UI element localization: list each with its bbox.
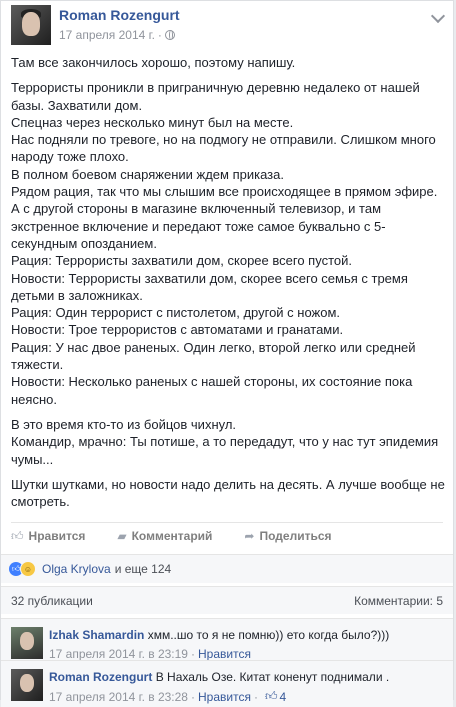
liker-name[interactable]: Olga Krylova xyxy=(42,562,111,576)
comment-button[interactable]: ▰ Комментарий xyxy=(117,529,212,543)
post-paragraph: Шутки шутками, но новости надо делить на… xyxy=(11,476,445,510)
likes-rest[interactable]: и еще 124 xyxy=(115,562,171,576)
commenter-name[interactable]: Izhak Shamardin xyxy=(49,628,144,642)
likes-summary: 👍︎ ☺ Olga Krylova и еще 124 xyxy=(1,554,453,583)
like-button[interactable]: 👍︎ Нравится xyxy=(11,529,85,544)
comment-meta: 17 апреля 2014 г. в 23:28 · Нравится · 👍… xyxy=(49,689,287,704)
post-card: Roman Rozengurt 17 апреля 2014 г. · Там … xyxy=(0,0,454,707)
comment-like-button[interactable]: Нравится xyxy=(198,647,251,661)
author-name[interactable]: Roman Rozengurt xyxy=(59,7,180,23)
post-paragraph: Там все закончилось хорошо, поэтому напи… xyxy=(11,55,296,70)
comment-body: Roman Rozengurt В Нахаль Озе. Китат коне… xyxy=(49,670,389,684)
thumbs-up-icon: 👍︎ xyxy=(11,528,24,543)
author-avatar[interactable] xyxy=(11,5,51,45)
chevron-down-icon[interactable] xyxy=(430,8,446,24)
comment-body: Izhak Shamardin хмм..шо то я не помню)) … xyxy=(49,628,389,642)
share-button[interactable]: ➦ Поделиться xyxy=(244,529,331,543)
comment-icon: ▰ xyxy=(117,529,127,543)
post-text: Там все закончилось хорошо, поэтому напи… xyxy=(11,54,445,510)
comment-label: Комментарий xyxy=(131,529,213,543)
comment-text: В Нахаль Озе. Китат коненут поднимали . xyxy=(155,670,390,684)
comment-time[interactable]: 17 апреля 2014 г. в 23:19 xyxy=(49,647,188,661)
post-paragraph: Террористы проникли в приграничную дерев… xyxy=(11,80,438,407)
commenter-avatar[interactable] xyxy=(11,669,43,701)
commenter-avatar[interactable] xyxy=(11,627,43,659)
comment-like-count[interactable]: 4 xyxy=(279,690,286,704)
comments-count[interactable]: Комментарии: 5 xyxy=(354,594,443,608)
post-actions: 👍︎ Нравится ▰ Комментарий ➦ Поделиться xyxy=(11,522,443,549)
comment-text: хмм..шо то я не помню)) ето когда было?)… xyxy=(147,628,390,642)
post-paragraph: В это время кто-то из бойцов чихнул. Ком… xyxy=(11,416,439,467)
comment-item: Izhak Shamardin хмм..шо то я не помню)) … xyxy=(1,618,453,665)
like-label: Нравится xyxy=(28,529,86,543)
share-icon: ➦ xyxy=(244,529,255,543)
post-stats: 32 публикации Комментарии: 5 xyxy=(1,586,453,614)
share-label: Поделиться xyxy=(259,529,332,543)
comment-time[interactable]: 17 апреля 2014 г. в 23:28 xyxy=(49,690,188,704)
haha-reaction-icon: ☺ xyxy=(20,561,36,577)
thumbs-up-icon: 👍︎ xyxy=(264,689,278,703)
shares-count[interactable]: 32 публикации xyxy=(11,594,93,608)
commenter-name[interactable]: Roman Rozengurt xyxy=(49,670,152,684)
comment-like-button[interactable]: Нравится xyxy=(198,690,251,704)
comment-meta: 17 апреля 2014 г. в 23:19 · Нравится xyxy=(49,647,251,661)
post-meta: 17 апреля 2014 г. · xyxy=(59,28,175,42)
dot-separator: · xyxy=(157,28,162,42)
globe-icon xyxy=(164,30,175,40)
post-date[interactable]: 17 апреля 2014 г. xyxy=(59,28,155,42)
